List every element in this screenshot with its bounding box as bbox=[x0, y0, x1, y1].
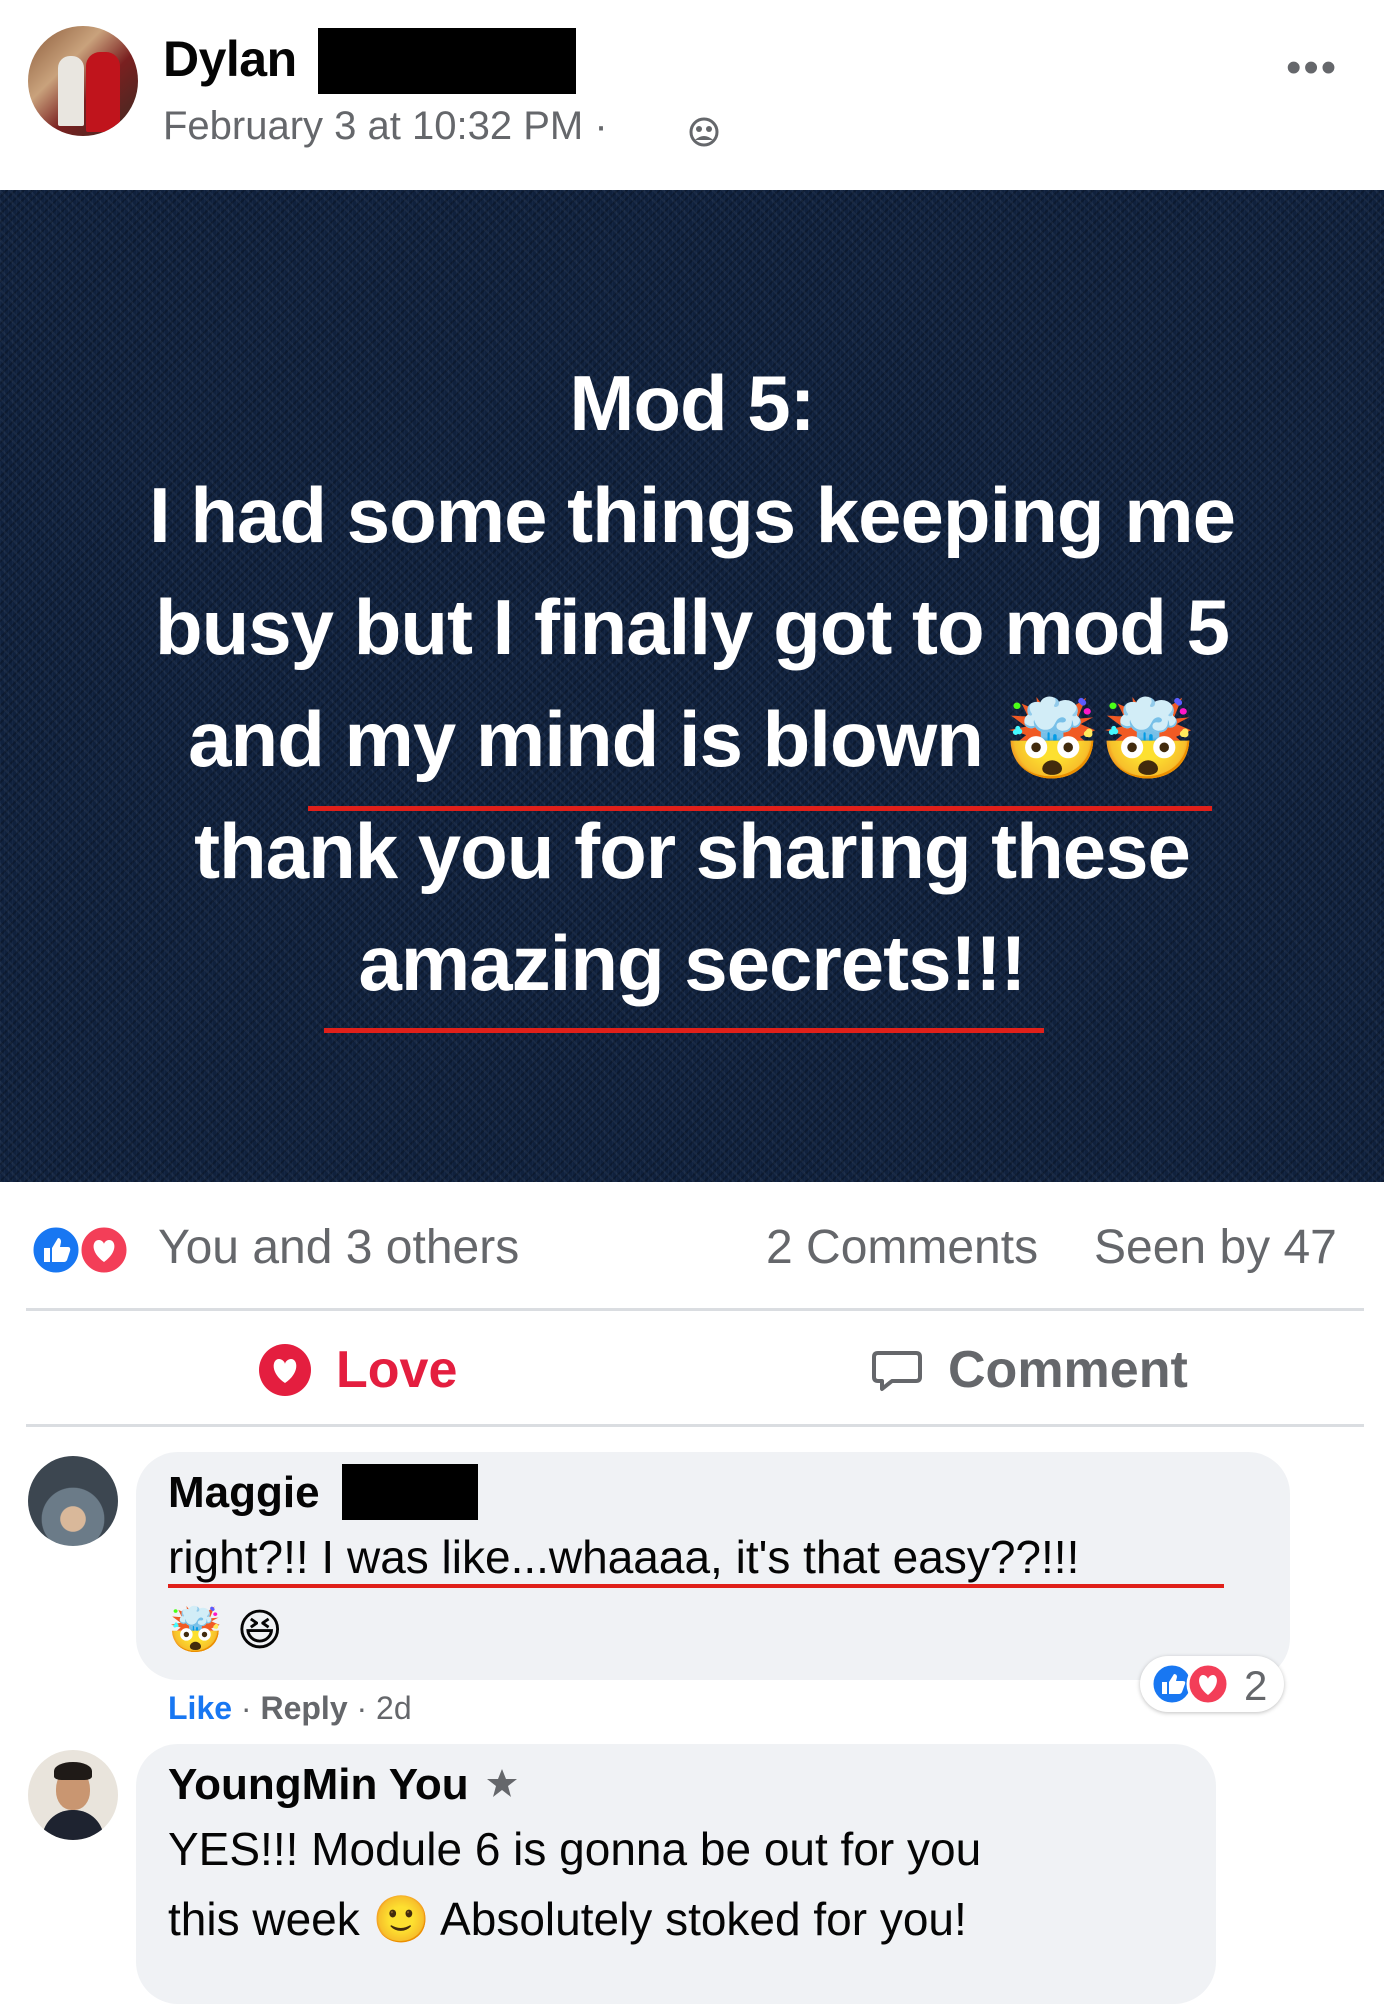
banner-line-4-text: and my mind is blown bbox=[188, 695, 1004, 783]
banner-line-3: busy but I finally got to mod 5 bbox=[155, 583, 1230, 671]
divider-top bbox=[26, 1308, 1364, 1311]
comment-meta: Like · Reply · 2d bbox=[168, 1690, 412, 1727]
love-button[interactable]: Love bbox=[258, 1340, 457, 1400]
banner-line-4: and my mind is blown 🤯🤯 bbox=[0, 694, 1384, 786]
smile-emoji-icon: 🙂 bbox=[372, 1892, 430, 1946]
meta-separator: · bbox=[356, 1690, 377, 1726]
comment-reaction-pill[interactable]: 2 bbox=[1140, 1656, 1284, 1712]
comments-count[interactable]: 2 Comments bbox=[766, 1220, 1038, 1275]
comment-text-part: Absolutely stoked for you! bbox=[429, 1893, 967, 1945]
comment-emoji-icons: 🤯 😆 bbox=[168, 1605, 283, 1656]
avatar-hair bbox=[54, 1762, 92, 1780]
banner-line-6: amazing secrets!!! bbox=[358, 919, 1027, 1007]
comment-author-name[interactable]: YoungMin You bbox=[168, 1760, 469, 1810]
author-name[interactable]: Dylan bbox=[163, 30, 297, 88]
love-button-label: Love bbox=[336, 1341, 458, 1399]
comment-button[interactable]: Comment bbox=[870, 1340, 1188, 1400]
redaction-bar bbox=[318, 28, 576, 94]
comment-reply-link[interactable]: Reply bbox=[260, 1690, 347, 1726]
love-heart-icon bbox=[259, 1344, 311, 1396]
comment-reaction-icons bbox=[1150, 1662, 1230, 1706]
comment-button-label: Comment bbox=[948, 1341, 1188, 1399]
comment-bubble-icon bbox=[872, 1351, 922, 1391]
admin-badge-icon bbox=[487, 1769, 517, 1797]
commenter-avatar[interactable] bbox=[28, 1750, 118, 1840]
comment-reaction-count: 2 bbox=[1244, 1662, 1268, 1709]
banner-underline-2 bbox=[324, 1028, 1044, 1033]
banner-line-5: thank you for sharing these bbox=[194, 807, 1191, 895]
comment-text-line-1: YES!!! Module 6 is gonna be out for you bbox=[168, 1823, 982, 1875]
banner-line-1: Mod 5: bbox=[569, 359, 815, 447]
comment-underline bbox=[168, 1584, 1224, 1588]
comment-age: 2d bbox=[376, 1690, 412, 1726]
mind-blown-emoji-icon: 🤯🤯 bbox=[1003, 695, 1197, 785]
more-options-icon[interactable]: ••• bbox=[1286, 46, 1338, 90]
avatar-figure-right bbox=[86, 52, 120, 132]
love-reaction-icon bbox=[78, 1224, 130, 1276]
comment-text: right?!! I was like...whaaaa, it's that … bbox=[168, 1531, 1080, 1583]
privacy-group-icon bbox=[689, 117, 719, 147]
comment-author-name[interactable]: Maggie bbox=[168, 1468, 320, 1518]
post-timestamp[interactable]: February 3 at 10:32 PM · bbox=[163, 104, 608, 149]
author-avatar[interactable] bbox=[28, 26, 138, 136]
banner-line-2: I had some things keeping me bbox=[149, 471, 1236, 559]
divider-bottom bbox=[26, 1424, 1364, 1427]
redaction-bar bbox=[342, 1464, 478, 1520]
reaction-summary-text[interactable]: You and 3 others bbox=[158, 1220, 519, 1275]
comment-text-part: this week bbox=[168, 1893, 373, 1945]
seen-by-count[interactable]: Seen by 47 bbox=[1094, 1220, 1337, 1275]
reaction-icons[interactable] bbox=[30, 1224, 134, 1276]
like-reaction-icon bbox=[30, 1224, 82, 1276]
commenter-avatar[interactable] bbox=[28, 1456, 118, 1546]
avatar-figure-left bbox=[58, 56, 84, 126]
comment-like-link[interactable]: Like bbox=[168, 1690, 232, 1726]
avatar-body bbox=[42, 1810, 104, 1840]
post-text-banner: Mod 5: I had some things keeping me busy… bbox=[0, 190, 1384, 1182]
comment-text-line-2: this week 🙂 Absolutely stoked for you! bbox=[168, 1892, 967, 1947]
meta-separator: · bbox=[240, 1690, 261, 1726]
like-reaction-icon bbox=[1150, 1662, 1194, 1706]
love-reaction-icon bbox=[1186, 1662, 1230, 1706]
